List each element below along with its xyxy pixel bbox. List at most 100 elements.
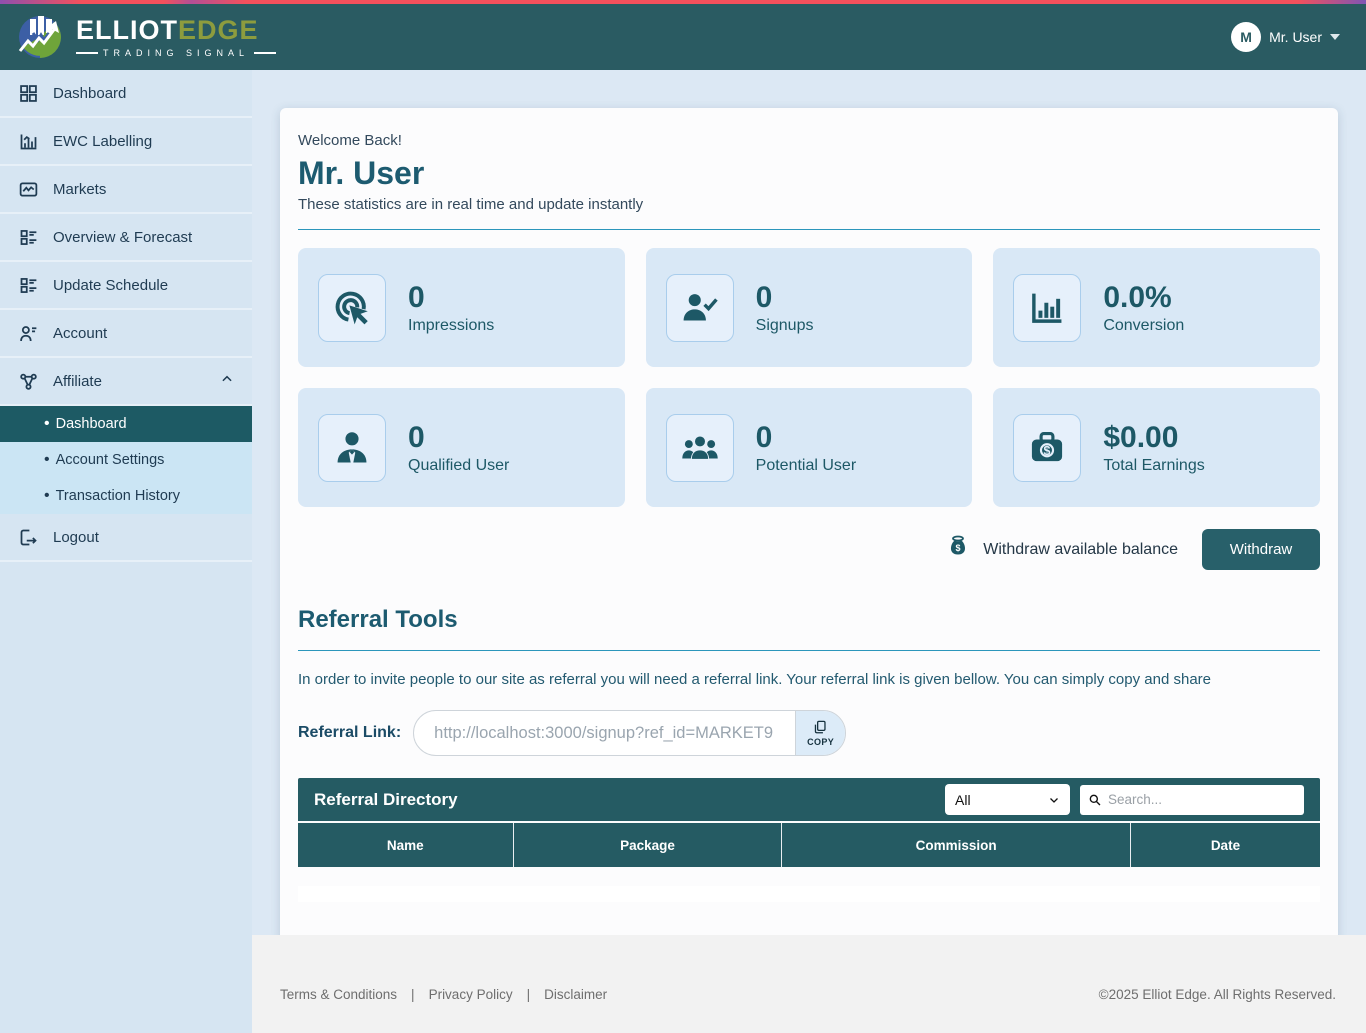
sidebar-item-affiliate[interactable]: Affiliate <box>0 358 252 406</box>
sidebar-item-label: EWC Labelling <box>53 132 153 150</box>
submenu-item-label: Dashboard <box>55 416 127 432</box>
privacy-link[interactable]: Privacy Policy <box>429 987 513 1002</box>
bullet-icon: • <box>44 487 50 504</box>
svg-text:$: $ <box>956 543 961 553</box>
list-icon <box>20 229 37 245</box>
terms-link[interactable]: Terms & Conditions <box>280 987 397 1002</box>
withdraw-button[interactable]: Withdraw <box>1202 529 1320 570</box>
app-header: ELLIOTEDGE TRADING SIGNAL M Mr. User <box>0 4 1366 70</box>
brand-logo-icon <box>14 9 66 66</box>
referral-directory-header: Referral Directory All <box>298 778 1320 821</box>
referral-link-row: Referral Link: COPY <box>298 710 1320 756</box>
empty-table-row <box>298 886 1320 902</box>
sidebar-item-account[interactable]: Account <box>0 310 252 358</box>
sidebar-item-label: Affiliate <box>53 372 102 390</box>
chevron-up-icon <box>220 372 234 390</box>
sidebar-item-overview-forecast[interactable]: Overview & Forecast <box>0 214 252 262</box>
filter-select[interactable]: All <box>945 784 1070 815</box>
brand-text: ELLIOTEDGE TRADING SIGNAL <box>76 14 276 58</box>
stat-value: 0.0% <box>1103 280 1172 314</box>
sidebar-item-label: Logout <box>53 528 99 546</box>
footer-separator: | <box>411 986 415 1002</box>
stat-value: 0 <box>408 420 425 454</box>
copy-button[interactable]: COPY <box>795 711 846 755</box>
withdraw-row: $ Withdraw available balance Withdraw <box>298 529 1320 570</box>
avatar: M <box>1231 22 1262 52</box>
column-header-date: Date <box>1210 837 1241 853</box>
briefcase-dollar-icon: $ <box>1013 413 1082 482</box>
logout-icon <box>20 529 37 545</box>
subtitle-text: These statistics are in real time and up… <box>298 196 644 213</box>
sidebar-item-label: Account <box>53 324 108 342</box>
sidebar-item-dashboard[interactable]: Dashboard <box>0 70 252 118</box>
stat-card-total-earnings: $ $0.00 Total Earnings <box>993 388 1320 507</box>
user-name: Mr. User <box>1269 29 1322 45</box>
footer-links: Terms & Conditions | Privacy Policy | Di… <box>280 987 607 1002</box>
submenu-item-transaction-history[interactable]: • Transaction History <box>0 478 252 514</box>
stat-label: Conversion <box>1103 316 1185 334</box>
person-check-icon <box>665 273 734 342</box>
sidebar-item-label: Markets <box>53 180 107 198</box>
disclaimer-link[interactable]: Disclaimer <box>544 987 607 1002</box>
stat-label: Impressions <box>408 316 495 334</box>
stat-label: Signups <box>755 316 814 334</box>
footer-separator: | <box>526 986 531 1002</box>
search-input[interactable] <box>1108 792 1296 807</box>
stat-value: 0 <box>755 280 773 314</box>
filter-selected-value: All <box>955 791 971 808</box>
sidebar-item-label: Update Schedule <box>53 276 169 294</box>
dashboard-card: Welcome Back! Mr. User These statistics … <box>280 108 1338 935</box>
referral-link-label: Referral Link: <box>298 724 402 741</box>
stat-label: Qualified User <box>408 456 510 474</box>
brand-name-secondary: EDGE <box>178 14 259 45</box>
sidebar-item-label: Overview & Forecast <box>53 228 193 246</box>
bullet-icon: • <box>44 415 50 432</box>
stat-card-conversion: 0.0% Conversion <box>993 248 1320 367</box>
stat-card-potential-user: 0 Potential User <box>645 388 973 507</box>
referral-tools-title: Referral Tools <box>298 606 458 633</box>
bullet-icon: • <box>44 451 50 468</box>
sidebar-item-logout[interactable]: Logout <box>0 514 252 562</box>
stat-label: Total Earnings <box>1103 456 1205 474</box>
sidebar-item-update-schedule[interactable]: Update Schedule <box>0 262 252 310</box>
copyright-text: ©2025 Elliot Edge. All Rights Reserved. <box>1098 986 1336 1002</box>
footer: Terms & Conditions | Privacy Policy | Di… <box>252 935 1366 1033</box>
main-content: Welcome Back! Mr. User These statistics … <box>252 70 1366 935</box>
user-menu[interactable]: M Mr. User <box>1231 22 1340 52</box>
stat-value: $0.00 <box>1103 420 1179 454</box>
brand-tagline: TRADING SIGNAL <box>76 48 276 58</box>
group-icon <box>665 413 734 482</box>
search-box <box>1080 784 1304 815</box>
submenu-item-label: Account Settings <box>55 452 165 468</box>
affiliate-icon <box>20 373 37 390</box>
chevron-down-icon <box>1330 34 1340 40</box>
search-icon <box>1089 794 1101 805</box>
stat-label: Potential User <box>755 456 857 474</box>
click-icon <box>318 273 386 342</box>
brand-logo[interactable]: ELLIOTEDGE TRADING SIGNAL <box>14 9 276 66</box>
bar-chart-icon <box>20 134 37 149</box>
sidebar-item-ewc-labelling[interactable]: EWC Labelling <box>0 118 252 166</box>
column-header-name: Name <box>298 823 514 867</box>
chevron-down-icon <box>1050 797 1058 803</box>
person-icon <box>318 413 386 482</box>
referral-link-input[interactable] <box>414 711 796 755</box>
brand-name-primary: ELLIOT <box>76 14 178 45</box>
column-header-commission: Commission <box>782 823 1131 867</box>
submenu-item-dashboard[interactable]: • Dashboard <box>0 406 252 442</box>
bar-chart-icon <box>1013 273 1082 342</box>
welcome-text: Welcome Back! <box>298 132 402 149</box>
referral-directory-title: Referral Directory <box>314 789 458 809</box>
dashboard-icon <box>20 84 37 102</box>
submenu-item-account-settings[interactable]: • Account Settings <box>0 442 252 478</box>
money-bag-icon: $ <box>945 534 971 565</box>
svg-text:$: $ <box>1044 443 1051 457</box>
stat-card-signups: 0 Signups <box>645 248 973 367</box>
divider <box>298 650 1320 651</box>
stat-card-qualified-user: 0 Qualified User <box>298 388 625 507</box>
withdraw-text: Withdraw available balance <box>983 540 1178 558</box>
directory-table-header: Name Package Commission Date <box>298 823 1320 867</box>
sidebar: Dashboard EWC Labelling Markets Overview… <box>0 70 252 1033</box>
stats-grid: 0 Impressions 0 Signups 0.0% Conversion … <box>298 248 1320 507</box>
sidebar-item-markets[interactable]: Markets <box>0 166 252 214</box>
